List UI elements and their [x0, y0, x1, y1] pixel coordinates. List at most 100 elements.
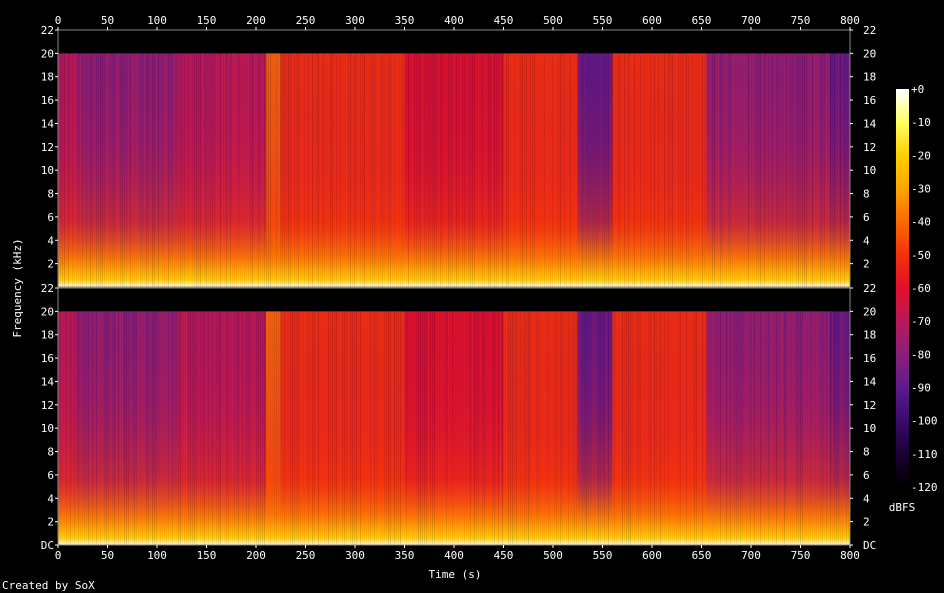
texture-streak: [770, 311, 771, 545]
x-tick-label-top: 50: [101, 14, 114, 27]
texture-streak: [512, 311, 513, 545]
texture-streak: [692, 311, 693, 545]
texture-streak: [252, 311, 253, 545]
texture-streak: [264, 311, 265, 545]
texture-streak: [416, 311, 417, 545]
y-tick-label-right: 20: [863, 305, 876, 318]
texture-streak: [448, 311, 449, 545]
texture-streak: [762, 53, 763, 287]
texture-streak: [654, 53, 655, 287]
y-tick-label-left: 16: [41, 94, 54, 107]
texture-streak: [662, 311, 663, 545]
texture-streak: [444, 53, 445, 287]
texture-streak: [486, 53, 487, 287]
y-tick-label-left: 22: [41, 24, 54, 37]
texture-streak: [218, 311, 219, 545]
texture-streak: [414, 311, 415, 545]
texture-streak: [362, 311, 363, 545]
texture-streak: [640, 311, 641, 545]
texture-streak: [462, 311, 463, 545]
texture-streak: [778, 53, 779, 287]
texture-streak: [126, 311, 127, 545]
texture-streak: [534, 311, 535, 545]
texture-streak: [760, 311, 761, 545]
texture-streak: [416, 53, 417, 287]
texture-streak: [456, 311, 457, 545]
texture-streak: [450, 311, 451, 545]
texture-streak: [546, 53, 547, 287]
texture-streak: [268, 311, 269, 545]
texture-streak: [606, 53, 607, 287]
texture-streak: [792, 53, 793, 287]
texture-streak: [474, 311, 475, 545]
texture-streak: [478, 53, 479, 287]
texture-streak: [172, 311, 173, 545]
texture-streak: [388, 53, 389, 287]
y-tick-label-left: 8: [47, 188, 54, 201]
texture-streak: [762, 311, 763, 545]
y-tick-label-right: 18: [863, 71, 876, 84]
texture-streak: [620, 311, 621, 545]
texture-streak: [208, 311, 209, 545]
texture-streak: [394, 311, 395, 545]
texture-streak: [686, 53, 687, 287]
texture-streak: [448, 53, 449, 287]
texture-streak: [800, 53, 801, 287]
y-tick-label-left: 14: [41, 375, 55, 388]
texture-streak: [602, 311, 603, 545]
texture-streak: [516, 311, 517, 545]
texture-streak: [508, 53, 509, 287]
texture-streak: [200, 311, 201, 545]
texture-streak: [598, 53, 599, 287]
texture-streak: [454, 53, 455, 287]
texture-streak: [372, 53, 373, 287]
y-tick-label-left: 14: [41, 117, 55, 130]
texture-streak: [820, 53, 821, 287]
y-tick-label-right: 2: [863, 516, 870, 529]
texture-streak: [732, 53, 733, 287]
texture-streak: [836, 311, 837, 545]
colorbar-tick-label: -90: [911, 382, 931, 395]
texture-streak: [712, 311, 713, 545]
texture-streak: [156, 311, 157, 545]
texture-streak: [138, 53, 139, 287]
texture-streak: [396, 53, 397, 287]
y-tick-label-left: 4: [47, 492, 54, 505]
texture-streak: [164, 53, 165, 287]
texture-streak: [802, 53, 803, 287]
texture-streak: [664, 311, 665, 545]
texture-streak: [680, 53, 681, 287]
texture-streak: [132, 311, 133, 545]
texture-streak: [588, 311, 589, 545]
texture-streak: [438, 53, 439, 287]
texture-streak: [134, 53, 135, 287]
y-tick-label-left: 18: [41, 71, 54, 84]
texture-streak: [422, 311, 423, 545]
texture-streak: [128, 311, 129, 545]
texture-streak: [430, 53, 431, 287]
y-tick-label-left: 12: [41, 399, 54, 412]
texture-streak: [92, 53, 93, 287]
texture-streak: [278, 311, 279, 545]
texture-streak: [412, 311, 413, 545]
texture-streak: [702, 53, 703, 287]
colorbar: +0 -10 -20 -30 -40 -50 -60 -70 -80 -90 -100 -110 -12…: [889, 83, 938, 514]
texture-streak: [452, 53, 453, 287]
texture-streak: [128, 53, 129, 287]
texture-streak: [284, 53, 285, 287]
x-tick-label-bottom: 750: [791, 549, 811, 562]
texture-streak: [172, 53, 173, 287]
y-tick-label-left: 18: [41, 329, 54, 342]
x-tick-label-top: 600: [642, 14, 662, 27]
texture-streak: [374, 311, 375, 545]
texture-streak: [368, 311, 369, 545]
texture-streak: [518, 53, 519, 287]
texture-streak: [726, 311, 727, 545]
texture-streak: [94, 311, 95, 545]
texture-streak: [96, 53, 97, 287]
texture-streak: [688, 311, 689, 545]
texture-streak: [500, 311, 501, 545]
texture-streak: [410, 311, 411, 545]
texture-streak: [720, 53, 721, 287]
texture-streak: [408, 311, 409, 545]
